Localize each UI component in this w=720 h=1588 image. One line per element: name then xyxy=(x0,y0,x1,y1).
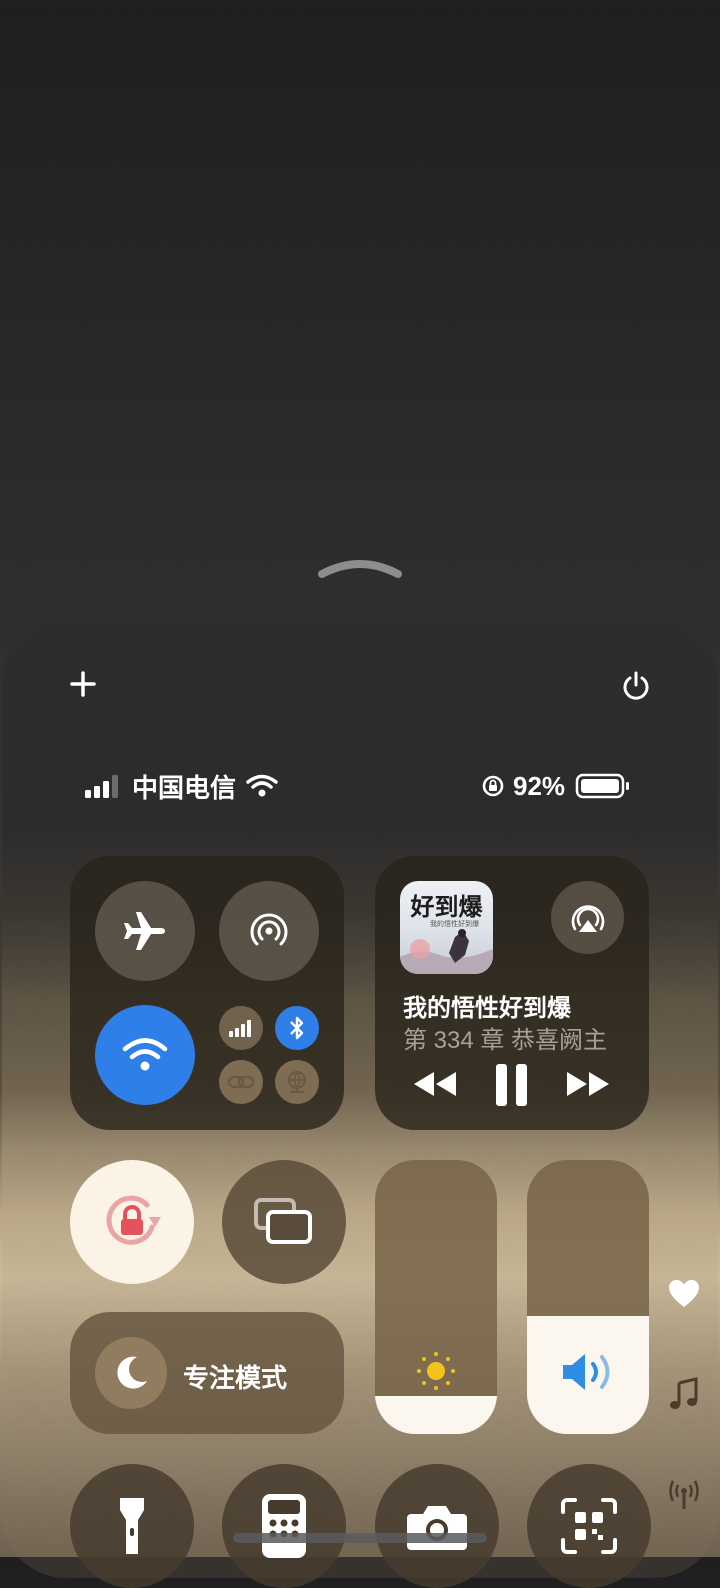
focus-moon-button[interactable] xyxy=(95,1337,167,1409)
carrier-label: 中国电信 xyxy=(132,772,237,803)
media-title: 我的悟性好到爆 xyxy=(403,995,571,1022)
battery-percent: 92% xyxy=(513,770,566,801)
wifi-status-icon xyxy=(246,774,278,797)
status-bar-right: 92% xyxy=(481,766,631,806)
cellular-icon xyxy=(229,1020,251,1037)
media-subtitle: 第 334 章 恭喜阙主 xyxy=(403,1027,608,1054)
chevron-up-handle[interactable] xyxy=(318,556,402,580)
fast-forward-button[interactable] xyxy=(565,1068,611,1105)
screen-mirror-icon xyxy=(254,1198,312,1244)
status-bar-left: 中国电信 xyxy=(84,766,278,806)
qr-scanner-button[interactable] xyxy=(527,1464,651,1588)
signal-tower-icon[interactable] xyxy=(666,1476,702,1512)
airplay-icon xyxy=(571,904,604,932)
brightness-slider[interactable] xyxy=(375,1160,497,1434)
airdrop-icon xyxy=(250,913,288,946)
bluetooth-icon xyxy=(290,1016,304,1040)
pause-icon xyxy=(496,1064,527,1106)
airdrop-button[interactable] xyxy=(219,881,319,981)
rewind-icon xyxy=(414,1072,456,1096)
power-icon[interactable] xyxy=(614,664,658,708)
cellular-data-button[interactable] xyxy=(219,1006,263,1050)
camera-icon xyxy=(407,1506,467,1550)
album-cover-art xyxy=(400,929,493,974)
album-cover-title: 好到爆 xyxy=(410,892,483,921)
screen-mirroring-button[interactable] xyxy=(222,1160,346,1284)
volume-slider[interactable] xyxy=(527,1160,649,1434)
plus-icon[interactable] xyxy=(61,662,105,706)
airplane-icon xyxy=(124,912,165,950)
flashlight-icon xyxy=(120,1498,144,1554)
music-icon[interactable] xyxy=(666,1376,702,1412)
heart-icon[interactable] xyxy=(666,1276,702,1312)
orientation-lock-status-icon xyxy=(482,775,504,797)
rotation-lock-icon xyxy=(106,1195,161,1245)
fast-forward-icon xyxy=(567,1072,609,1096)
album-cover[interactable]: 好到爆 我的悟性好到爆 xyxy=(400,881,493,974)
airplane-mode-button[interactable] xyxy=(95,881,195,981)
link-icon xyxy=(227,1075,255,1089)
airplay-button[interactable] xyxy=(551,881,624,954)
wifi-icon xyxy=(122,1038,168,1071)
battery-icon xyxy=(575,773,630,799)
vpn-icon xyxy=(287,1070,307,1094)
cellular-signal-icon xyxy=(85,775,118,798)
brightness-fill xyxy=(375,1395,497,1434)
sun-icon xyxy=(417,1352,455,1390)
moon-icon xyxy=(117,1356,147,1389)
personal-hotspot-button[interactable] xyxy=(219,1060,263,1104)
qr-code-icon xyxy=(561,1498,617,1554)
speaker-icon xyxy=(563,1354,610,1390)
rewind-button[interactable] xyxy=(412,1068,458,1105)
home-indicator[interactable] xyxy=(233,1533,487,1543)
flashlight-button[interactable] xyxy=(70,1464,194,1588)
calculator-icon xyxy=(262,1494,306,1558)
camera-button[interactable] xyxy=(375,1464,499,1588)
focus-mode-label: 专注模式 xyxy=(183,1363,288,1393)
wifi-button[interactable] xyxy=(95,1005,195,1105)
vpn-button[interactable] xyxy=(275,1060,319,1104)
rotation-lock-button[interactable] xyxy=(70,1160,194,1284)
calculator-button[interactable] xyxy=(222,1464,346,1588)
bluetooth-button[interactable] xyxy=(275,1006,319,1050)
pause-button[interactable] xyxy=(494,1062,530,1113)
